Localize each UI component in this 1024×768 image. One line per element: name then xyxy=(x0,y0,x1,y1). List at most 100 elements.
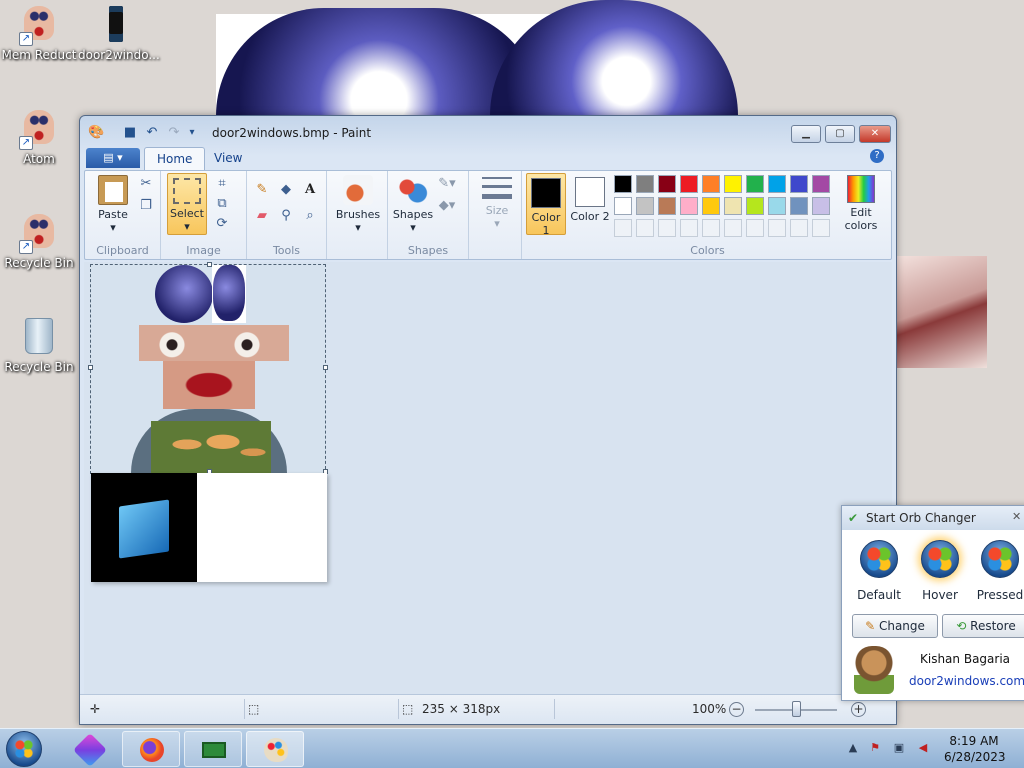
desktop-icon-mem-reduct[interactable]: ↗ Mem Reduct xyxy=(1,6,77,62)
resize-handle-left[interactable] xyxy=(88,365,93,370)
palette-swatch[interactable] xyxy=(614,197,632,215)
change-button[interactable]: ✎ Change xyxy=(852,614,938,638)
volume-icon[interactable]: ◀ xyxy=(916,741,930,755)
start-button[interactable] xyxy=(6,731,42,767)
palette-swatch[interactable] xyxy=(790,197,808,215)
customize-toolbar-icon[interactable]: ▾ xyxy=(184,125,200,141)
pencil-icon[interactable]: ✎ xyxy=(253,181,271,199)
tab-home[interactable]: Home xyxy=(144,147,206,170)
palette-swatch[interactable] xyxy=(636,175,654,193)
palette-swatch[interactable] xyxy=(768,219,786,237)
eraser-icon[interactable]: ▰ xyxy=(253,207,271,225)
orb-hover[interactable]: Hover xyxy=(911,540,969,602)
magnifier-icon[interactable]: ⌕ xyxy=(301,207,319,225)
color-picker-icon[interactable]: ⚲ xyxy=(277,207,295,225)
taskbar-app-paint[interactable] xyxy=(246,731,304,767)
brushes-button[interactable]: Brushes ▾ xyxy=(333,175,383,234)
taskbar-app-mem-reduct[interactable] xyxy=(184,731,242,767)
copy-icon[interactable]: ❐ xyxy=(137,197,155,215)
zoom-in-button[interactable]: + xyxy=(851,702,866,717)
palette-swatch[interactable] xyxy=(658,219,676,237)
palette-swatch[interactable] xyxy=(680,197,698,215)
palette-swatch[interactable] xyxy=(812,197,830,215)
edit-colors-button[interactable]: Edit colors xyxy=(836,175,886,232)
palette-swatch[interactable] xyxy=(790,219,808,237)
size-button[interactable]: Size ▾ xyxy=(475,177,519,230)
palette-swatch[interactable] xyxy=(702,197,720,215)
palette-swatch[interactable] xyxy=(658,197,676,215)
color1-button[interactable]: Color 1 xyxy=(526,173,566,237)
taskbar-app-gem[interactable] xyxy=(60,731,118,767)
palette-swatch[interactable] xyxy=(724,219,742,237)
selection-region[interactable] xyxy=(88,262,328,474)
restore-button[interactable]: ⟲ Restore xyxy=(942,614,1024,638)
text-icon[interactable]: A xyxy=(301,181,319,199)
palette-swatch[interactable] xyxy=(768,197,786,215)
show-hidden-icons-icon[interactable]: ▲ xyxy=(846,741,860,755)
palette-swatch[interactable] xyxy=(812,175,830,193)
shape-fill-icon[interactable]: ◆▾ xyxy=(438,197,456,215)
orb-changer-window: ✔ Start Orb Changer ✕ Default Hover Pres… xyxy=(841,505,1024,701)
door2windows-logo-panel xyxy=(91,473,197,582)
desktop-icon-label: Recycle Bin xyxy=(4,256,74,270)
paste-button[interactable]: Paste ▾ xyxy=(93,175,133,234)
tab-view[interactable]: View xyxy=(202,147,254,170)
resize-handle-right[interactable] xyxy=(323,365,328,370)
zoom-out-button[interactable]: − xyxy=(729,702,744,717)
minimize-button[interactable]: ▁ xyxy=(791,125,821,143)
outline-icon[interactable]: ✎▾ xyxy=(438,175,456,193)
color2-button[interactable]: Color 2 xyxy=(570,173,610,235)
canvas-image[interactable] xyxy=(91,473,327,582)
orb-changer-title-bar[interactable]: ✔ Start Orb Changer ✕ xyxy=(842,506,1024,530)
palette-swatch[interactable] xyxy=(702,219,720,237)
paint-menu-button[interactable]: ▤ ▾ xyxy=(86,148,140,168)
taskbar-app-firefox[interactable] xyxy=(122,731,180,767)
action-center-icon[interactable]: ⚑ xyxy=(868,741,882,755)
title-bar[interactable]: 🎨 ■ ↶ ↷ ▾ door2windows.bmp - Paint ▁ ▢ ✕ xyxy=(80,116,896,146)
desktop-icon-recycle-bin[interactable]: Recycle Bin xyxy=(1,318,77,374)
palette-swatch[interactable] xyxy=(746,175,764,193)
crop-icon[interactable]: ⌗ xyxy=(213,175,231,193)
palette-swatch[interactable] xyxy=(746,219,764,237)
rotate-icon[interactable]: ⟳ xyxy=(213,215,231,233)
network-icon[interactable]: ▣ xyxy=(892,741,906,755)
palette-swatch[interactable] xyxy=(790,175,808,193)
zoom-slider-thumb[interactable] xyxy=(792,701,801,717)
shapes-button[interactable]: Shapes ▾ xyxy=(390,175,436,234)
palette-swatch[interactable] xyxy=(768,175,786,193)
cut-icon[interactable]: ✂ xyxy=(137,175,155,193)
palette-swatch[interactable] xyxy=(614,175,632,193)
redo-icon[interactable]: ↷ xyxy=(166,125,182,141)
desktop-icon-recycle-bin-shortcut[interactable]: ↗ Recycle Bin xyxy=(1,214,77,270)
palette-swatch[interactable] xyxy=(636,219,654,237)
save-icon[interactable]: ■ xyxy=(122,125,138,141)
palette-swatch[interactable] xyxy=(724,175,742,193)
canvas-area[interactable] xyxy=(84,262,892,694)
fill-icon[interactable]: ◆ xyxy=(277,181,295,199)
selection-size-icon: ⬚ xyxy=(248,702,260,716)
orb-default[interactable]: Default xyxy=(850,540,908,602)
undo-icon[interactable]: ↶ xyxy=(144,125,160,141)
paint-app-icon[interactable]: 🎨 xyxy=(88,125,104,141)
resize-handle-top[interactable] xyxy=(207,262,212,267)
palette-swatch[interactable] xyxy=(724,197,742,215)
palette-swatch[interactable] xyxy=(614,219,632,237)
palette-swatch[interactable] xyxy=(812,219,830,237)
author-site-link[interactable]: door2windows.com xyxy=(909,674,1024,688)
palette-swatch[interactable] xyxy=(658,175,676,193)
select-button[interactable]: Select ▾ xyxy=(167,173,207,235)
clock[interactable]: 8:19 AM 6/28/2023 xyxy=(944,733,1006,765)
desktop-icon-atom[interactable]: ↗ Atom xyxy=(1,110,77,166)
palette-swatch[interactable] xyxy=(680,219,698,237)
close-icon[interactable]: ✕ xyxy=(1012,510,1021,523)
palette-swatch[interactable] xyxy=(680,175,698,193)
close-button[interactable]: ✕ xyxy=(859,125,891,143)
resize-icon[interactable]: ⧉ xyxy=(213,195,231,213)
maximize-button[interactable]: ▢ xyxy=(825,125,855,143)
desktop-icon-door2windows[interactable]: door2windo... xyxy=(78,6,160,62)
palette-swatch[interactable] xyxy=(746,197,764,215)
orb-pressed[interactable]: Pressed xyxy=(971,540,1024,602)
palette-swatch[interactable] xyxy=(702,175,720,193)
palette-swatch[interactable] xyxy=(636,197,654,215)
help-icon[interactable]: ? xyxy=(870,149,884,163)
